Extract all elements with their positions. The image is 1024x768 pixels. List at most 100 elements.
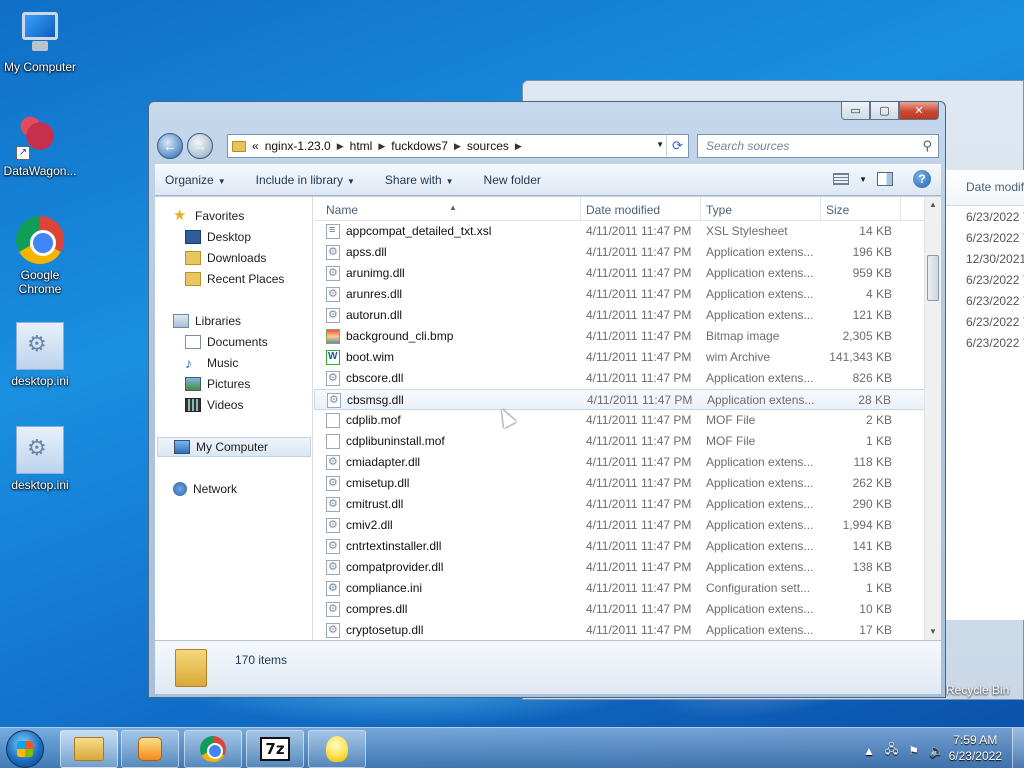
breadcrumb-nginx[interactable]: nginx-1.23.0 (265, 139, 331, 153)
nav-recent-places[interactable]: Recent Places (185, 272, 284, 286)
back-button[interactable]: ← (157, 133, 183, 159)
nav-downloads[interactable]: Downloads (185, 251, 266, 265)
folder-icon (74, 737, 104, 761)
nav-favorites[interactable]: ★ Favorites (173, 208, 244, 223)
scroll-up-icon[interactable]: ▲ (925, 197, 941, 213)
column-header-type[interactable]: Type (706, 203, 732, 217)
taskbar-chrome[interactable] (184, 730, 242, 768)
nav-network[interactable]: Network (173, 482, 237, 496)
file-size: 262 KB (852, 476, 892, 490)
file-row[interactable]: cmitrust.dll 4/11/2011 11:47 PM Applicatio… (314, 494, 926, 515)
file-row[interactable]: cryptosetup.dll 4/11/2011 11:47 PM Applica… (314, 620, 926, 641)
file-date-modified: 4/11/2011 11:47 PM (586, 581, 692, 595)
file-row[interactable]: cdplibuninstall.mof 4/11/2011 11:47 PM MOF… (314, 431, 926, 452)
file-name: apss.dll (346, 245, 387, 259)
address-bar[interactable]: « nginx-1.23.0 ▶ html ▶ fuckdows7 ▶ sour… (227, 134, 689, 158)
breadcrumb-separator-icon[interactable]: ▶ (378, 141, 385, 152)
show-hidden-icons-icon[interactable]: ▲ (863, 744, 875, 758)
chevron-down-icon: ▼ (445, 177, 454, 186)
file-row[interactable]: arunimg.dll 4/11/2011 11:47 PM Application… (314, 263, 926, 284)
taskbar-media-player[interactable] (121, 730, 179, 768)
close-button[interactable]: ✕ (899, 102, 939, 120)
nav-videos[interactable]: Videos (185, 398, 243, 412)
recycle-bin-label[interactable]: Recycle Bin (946, 683, 1009, 697)
background-date-cell: 6/23/2022 7 (966, 294, 1024, 308)
breadcrumb-overflow[interactable]: « (252, 139, 259, 153)
preview-pane-icon[interactable] (877, 172, 893, 186)
desktop-icon-datawagon[interactable]: ↗ DataWagon... (0, 112, 80, 178)
nav-pictures[interactable]: Pictures (185, 377, 250, 391)
breadcrumb-fuckdows7[interactable]: fuckdows7 (391, 139, 448, 153)
file-row[interactable]: boot.wim 4/11/2011 11:47 PM wim Archive 141… (314, 347, 926, 368)
scrollbar-thumb[interactable] (927, 255, 939, 301)
nav-music[interactable]: ♪ Music (185, 356, 238, 370)
share-with-label: Share with (384, 173, 442, 187)
desktop-icon-desktop-ini-2[interactable]: desktop.ini (0, 426, 80, 492)
search-input[interactable]: Search sources ⚲ (697, 134, 939, 158)
network-tray-icon[interactable]: 🖧 (885, 740, 898, 761)
vertical-scrollbar[interactable]: ▲ ▼ (924, 197, 941, 640)
file-row[interactable]: background_cli.bmp 4/11/2011 11:47 PM Bitm… (314, 326, 926, 347)
maximize-button[interactable]: ▢ (870, 102, 899, 120)
chevron-down-icon[interactable]: ▼ (859, 175, 867, 184)
file-row[interactable]: arunres.dll 4/11/2011 11:47 PM Application… (314, 284, 926, 305)
show-desktop-button[interactable] (1012, 728, 1024, 768)
organize-button[interactable]: Organize ▼ (165, 173, 226, 187)
clock-time: 7:59 AM (953, 733, 998, 747)
background-column-header-date[interactable]: Date modif (944, 170, 1024, 206)
file-row[interactable]: cmiadapter.dll 4/11/2011 11:47 PM Applicat… (314, 452, 926, 473)
view-options-icon[interactable] (833, 173, 850, 185)
desktop-icon-desktop-ini-1[interactable]: desktop.ini (0, 322, 80, 388)
desktop-icon-google-chrome[interactable]: Google Chrome (0, 216, 80, 296)
file-row[interactable]: apss.dll 4/11/2011 11:47 PM Application ex… (314, 242, 926, 263)
file-row[interactable]: compatprovider.dll 4/11/2011 11:47 PM Appl… (314, 557, 926, 578)
help-icon[interactable]: ? (913, 170, 931, 188)
action-center-icon[interactable]: ⚑ (908, 744, 919, 758)
nav-desktop[interactable]: Desktop (185, 230, 251, 244)
file-row[interactable]: cbscore.dll 4/11/2011 11:47 PM Application… (314, 368, 926, 389)
breadcrumb-separator-icon[interactable]: ▶ (454, 141, 461, 152)
minimize-button[interactable]: ▭ (841, 102, 870, 120)
refresh-icon[interactable]: ⟳ (666, 135, 688, 157)
file-row[interactable]: compres.dll 4/11/2011 11:47 PM Application… (314, 599, 926, 620)
file-row[interactable]: compliance.ini 4/11/2011 11:47 PM Configur… (314, 578, 926, 599)
file-type: Application extens... (707, 393, 815, 407)
file-row[interactable]: cdplib.mof 4/11/2011 11:47 PM MOF File 2 KB (314, 410, 926, 431)
new-folder-button[interactable]: New folder (484, 173, 541, 187)
column-header-date-modified[interactable]: Date modified (586, 203, 660, 217)
file-row[interactable]: cbsmsg.dll 4/11/2011 11:47 PM Application … (314, 389, 926, 410)
address-dropdown-icon[interactable]: ▼ (656, 140, 664, 149)
breadcrumb-html[interactable]: html (350, 139, 373, 153)
forward-button[interactable]: → (187, 133, 213, 159)
breadcrumb-separator-icon[interactable]: ▶ (515, 141, 522, 152)
scroll-down-icon[interactable]: ▼ (925, 624, 941, 640)
file-row[interactable]: autorun.dll 4/11/2011 11:47 PM Application… (314, 305, 926, 326)
breadcrumb-separator-icon[interactable]: ▶ (337, 141, 344, 152)
column-header-size[interactable]: Size (826, 203, 849, 217)
search-icon[interactable]: ⚲ (922, 138, 932, 154)
nav-documents[interactable]: Documents (185, 335, 268, 349)
taskbar-bulb-app[interactable] (308, 730, 366, 768)
caption-buttons: ▭ ▢ ✕ (841, 102, 939, 120)
clock[interactable]: 7:59 AM 6/23/2022 (949, 732, 1002, 764)
navigation-pane: ★ Favorites Desktop Downloads Recent Plac… (155, 197, 313, 640)
taskbar-7zip[interactable]: 7z (246, 730, 304, 768)
file-name: cbsmsg.dll (347, 393, 404, 407)
start-button[interactable] (6, 730, 44, 768)
taskbar-explorer[interactable] (60, 730, 118, 768)
breadcrumb-sources[interactable]: sources (467, 139, 509, 153)
include-in-library-button[interactable]: Include in library ▼ (256, 173, 355, 187)
nav-libraries[interactable]: Libraries (173, 314, 241, 328)
volume-icon[interactable]: 🔈 (929, 744, 944, 758)
share-with-button[interactable]: Share with ▼ (385, 173, 454, 187)
file-row[interactable]: appcompat_detailed_txt.xsl 4/11/2011 11:4… (314, 221, 926, 242)
column-header-name[interactable]: Name (326, 203, 358, 217)
desktop-icon-my-computer[interactable]: My Computer (0, 8, 80, 74)
file-row[interactable]: cntrtextinstaller.dll 4/11/2011 11:47 PM A… (314, 536, 926, 557)
file-size: 826 KB (852, 371, 892, 385)
file-name: cdplib.mof (346, 413, 401, 427)
file-row[interactable]: cmiv2.dll 4/11/2011 11:47 PM Application e… (314, 515, 926, 536)
file-row[interactable]: cmisetup.dll 4/11/2011 11:47 PM Applicatio… (314, 473, 926, 494)
file-type: Application extens... (706, 455, 814, 469)
nav-my-computer[interactable]: My Computer (157, 437, 311, 457)
